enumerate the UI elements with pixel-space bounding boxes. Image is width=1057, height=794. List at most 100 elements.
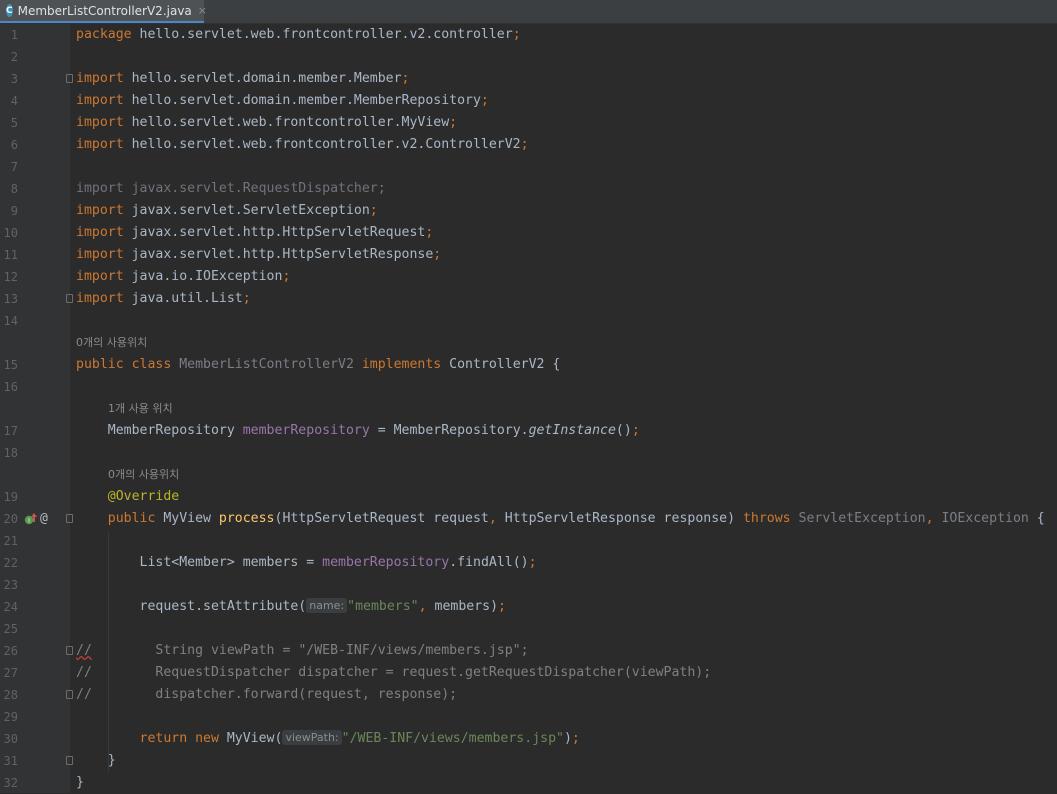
code-token: memberRepository — [322, 555, 450, 570]
code-token: hello.servlet.web.frontcontroller.v2.Con… — [123, 137, 521, 152]
line-number[interactable]: 17 — [0, 420, 18, 442]
code-text[interactable]: import javax.servlet.RequestDispatcher; — [76, 178, 386, 200]
code-token: import — [76, 225, 124, 240]
code-text[interactable]: // dispatcher.forward(request, response)… — [76, 684, 457, 706]
usage-hint[interactable]: 1개 사용 위치 — [108, 398, 173, 420]
line-number[interactable]: 24 — [0, 596, 18, 618]
code-text[interactable]: public MyView process(HttpServletRequest… — [76, 508, 1045, 530]
code-text[interactable]: import javax.servlet.http.HttpServletReq… — [76, 222, 433, 244]
code-text[interactable]: // RequestDispatcher dispatcher = reques… — [76, 662, 711, 684]
line-number[interactable]: 14 — [0, 310, 18, 332]
code-token: @Override — [76, 489, 180, 504]
code-text[interactable]: import hello.servlet.domain.member.Membe… — [76, 68, 409, 90]
code-token: (HttpServletRequest request — [274, 511, 489, 526]
line-number[interactable]: 15 — [0, 354, 18, 376]
line-number[interactable]: 26 — [0, 640, 18, 662]
line-number[interactable]: 11 — [0, 244, 18, 266]
line-number[interactable]: 21 — [0, 530, 18, 552]
parameter-hint: name: — [306, 598, 348, 613]
line-number[interactable]: 23 — [0, 574, 18, 596]
line-number[interactable]: 13 — [0, 288, 18, 310]
line-number[interactable]: 10 — [0, 222, 18, 244]
line-number[interactable]: 12 — [0, 266, 18, 288]
line-number[interactable]: 31 — [0, 750, 18, 772]
line-number[interactable]: 19 — [0, 486, 18, 508]
override-annotation-icon[interactable]: @ — [40, 509, 48, 529]
code-text[interactable]: List<Member> members = memberRepository.… — [76, 552, 537, 574]
code-text[interactable]: public class MemberListControllerV2 impl… — [76, 354, 560, 376]
code-line: 17 MemberRepository memberRepository = M… — [0, 420, 1057, 442]
line-number[interactable]: 22 — [0, 552, 18, 574]
line-number[interactable]: 6 — [0, 134, 18, 156]
code-text[interactable]: import java.io.IOException; — [76, 266, 290, 288]
line-number[interactable]: 3 — [0, 68, 18, 90]
code-text[interactable]: package hello.servlet.web.frontcontrolle… — [76, 24, 521, 46]
line-number[interactable]: 18 — [0, 442, 18, 464]
fold-marker-icon[interactable] — [66, 74, 73, 83]
code-line: 28 // dispatcher.forward(request, respons… — [0, 684, 1057, 706]
code-token: ; — [571, 731, 580, 746]
code-token: javax.servlet.http.HttpServletResponse — [123, 247, 434, 262]
code-line: 4 import hello.servlet.domain.member.Memb… — [0, 90, 1057, 112]
fold-marker-icon[interactable] — [66, 294, 73, 303]
code-token: throws — [742, 511, 799, 526]
code-text[interactable]: import javax.servlet.ServletException; — [76, 200, 378, 222]
code-text[interactable]: return new MyView(viewPath: "/WEB-INF/vie… — [76, 728, 580, 750]
line-number[interactable]: 5 — [0, 112, 18, 134]
code-token: ; — [242, 291, 251, 306]
code-line: 14 — [0, 310, 1057, 332]
close-icon[interactable]: × — [198, 4, 207, 17]
line-number[interactable]: 30 — [0, 728, 18, 750]
code-text[interactable]: import hello.servlet.web.frontcontroller… — [76, 112, 457, 134]
line-number[interactable]: 20 — [0, 508, 18, 530]
line-number[interactable]: 1 — [0, 24, 18, 46]
code-token: package — [76, 27, 132, 42]
line-number[interactable]: 28 — [0, 684, 18, 706]
implements-method-icon[interactable]: I — [24, 512, 38, 526]
fold-marker-icon[interactable] — [66, 514, 73, 523]
code-token: import — [76, 247, 124, 262]
code-text[interactable]: request.setAttribute(name: "members", mem… — [76, 596, 506, 618]
line-number[interactable]: 25 — [0, 618, 18, 640]
code-lines: 1 package hello.servlet.web.frontcontroll… — [0, 24, 1057, 794]
code-token: ) — [563, 731, 572, 746]
code-token: IOException — [933, 511, 1029, 526]
fold-marker-icon[interactable] — [66, 690, 73, 699]
fold-marker-icon[interactable] — [66, 756, 73, 765]
code-token: ; — [282, 269, 291, 284]
code-text[interactable]: import hello.servlet.domain.member.Membe… — [76, 90, 489, 112]
code-token: ControllerV2 { — [449, 357, 561, 372]
code-text[interactable]: import javax.servlet.http.HttpServletRes… — [76, 244, 441, 266]
line-number[interactable]: 27 — [0, 662, 18, 684]
tab-member-list-controller[interactable]: C MemberListControllerV2.java × — [0, 0, 207, 23]
line-number[interactable]: 9 — [0, 200, 18, 222]
line-number[interactable]: 32 — [0, 772, 18, 794]
code-line: 8 import javax.servlet.RequestDispatcher; — [0, 178, 1057, 200]
code-token: import — [76, 203, 124, 218]
usage-hint[interactable]: 0개의 사용위치 — [76, 332, 147, 354]
code-line: 3 import hello.servlet.domain.member.Memb… — [0, 68, 1057, 90]
code-line: 25 — [0, 618, 1057, 640]
code-text[interactable]: // String viewPath = "/WEB-INF/views/mem… — [76, 640, 529, 662]
code-token: , — [925, 511, 934, 526]
line-number[interactable]: 4 — [0, 90, 18, 112]
code-text[interactable]: MemberRepository memberRepository = Memb… — [76, 420, 640, 442]
code-token: ; — [528, 555, 537, 570]
line-number[interactable]: 7 — [0, 156, 18, 178]
code-token: import — [76, 71, 124, 86]
code-token: hello.servlet.web.frontcontroller.v2.con… — [131, 27, 513, 42]
line-number[interactable]: 8 — [0, 178, 18, 200]
code-text[interactable]: @Override — [76, 486, 179, 508]
code-token: members) — [426, 599, 499, 614]
usage-hint[interactable]: 0개의 사용위치 — [108, 464, 179, 486]
code-text[interactable]: import hello.servlet.web.frontcontroller… — [76, 134, 529, 156]
line-number[interactable]: 16 — [0, 376, 18, 398]
code-text[interactable]: } — [76, 750, 116, 772]
code-text[interactable]: import java.util.List; — [76, 288, 251, 310]
code-line: 27 // RequestDispatcher dispatcher = requ… — [0, 662, 1057, 684]
line-number[interactable]: 2 — [0, 46, 18, 68]
code-text[interactable]: } — [76, 772, 84, 794]
fold-marker-icon[interactable] — [66, 646, 73, 655]
code-token: ServletException — [798, 511, 926, 526]
line-number[interactable]: 29 — [0, 706, 18, 728]
